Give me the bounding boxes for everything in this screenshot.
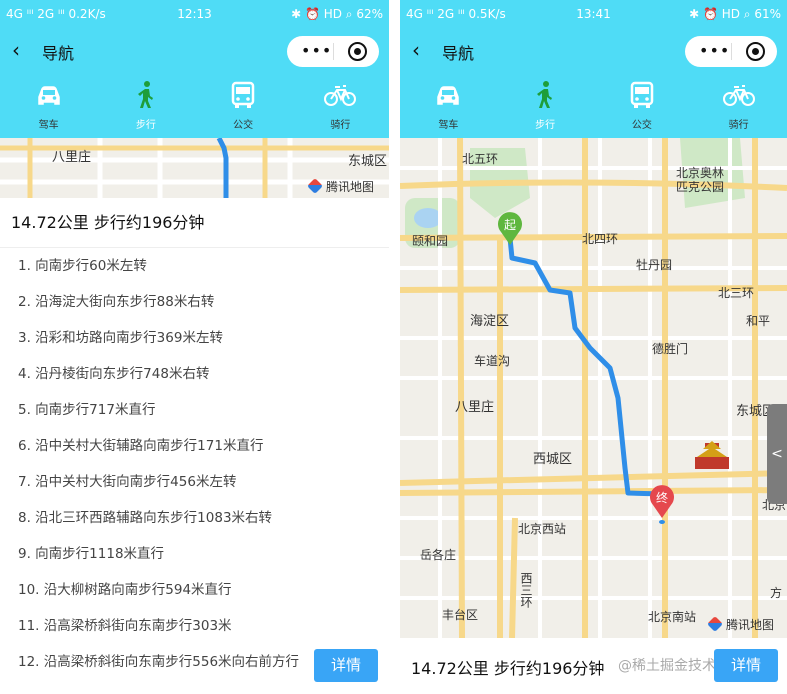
close-target-icon[interactable]	[348, 42, 367, 61]
travel-mode-tabs: 驾车 步行 公交 骑行	[0, 72, 389, 138]
map-label-fengtai: 丰台区	[442, 608, 479, 622]
route-step-item: 8. 沿北三环西路辅路向东步行1083米右转	[18, 510, 273, 526]
route-step-item: 5. 向南步行717米直行	[18, 402, 156, 418]
status-right: ✱ ⏰ HD ⌕ 62%	[291, 7, 383, 21]
route-step-item: 2. 沿海淀大街向东步行88米右转	[18, 294, 215, 310]
map-label-beiwuhuan: 北五环	[462, 152, 499, 166]
map-label-xisanhuan: 西三环	[519, 572, 533, 608]
capsule-menu: •••	[685, 36, 777, 67]
bus-icon	[231, 81, 255, 108]
map-label-hepin: 和平	[746, 314, 771, 328]
tab-walk[interactable]: 步行	[97, 72, 194, 138]
map-roads	[400, 138, 787, 638]
capsule-divider	[333, 43, 334, 60]
tab-bus[interactable]: 公交	[195, 72, 292, 138]
page-title: 导航	[442, 44, 475, 63]
tab-drive-label: 驾车	[38, 120, 59, 131]
route-step-item: 9. 向南步行1118米直行	[18, 546, 165, 562]
title-bar: ‹ 导航 •••	[0, 30, 389, 72]
end-marker-label: 终	[655, 491, 668, 505]
title-bar: ‹ 导航 •••	[400, 30, 787, 72]
end-marker[interactable]: 终	[649, 485, 675, 529]
more-dots-icon[interactable]: •••	[301, 41, 332, 60]
bus-icon	[630, 81, 654, 108]
route-step-item: 3. 沿彩和坊路向南步行369米左转	[18, 330, 223, 346]
map-brand-label: 腾讯地图	[726, 618, 775, 632]
map-brand: 腾讯地图	[707, 616, 775, 633]
map-label-mudanyuan: 牡丹园	[636, 258, 673, 272]
tab-bike[interactable]: 骑行	[690, 72, 787, 138]
map-label-balizhuang: 八里庄	[455, 400, 495, 415]
tab-bike-label: 骑行	[728, 120, 749, 131]
route-step-item: 4. 沿丹棱街向东步行748米右转	[18, 366, 210, 382]
map-brand-label: 腾讯地图	[326, 180, 375, 194]
tab-bus-label: 公交	[631, 120, 652, 131]
tab-drive-label: 驾车	[438, 120, 459, 131]
route-step-item: 11. 沿高梁桥斜街向东南步行303米	[18, 618, 232, 634]
map-label-xicheng: 西城区	[533, 452, 573, 467]
tab-walk-label: 步行	[535, 120, 556, 131]
route-step-item: 7. 沿中关村大街向南步行456米左转	[18, 474, 237, 490]
travel-mode-tabs: 驾车 步行 公交 骑行	[400, 72, 787, 138]
map-label-dongcheng: 东城区	[348, 154, 388, 169]
map-label-olympic: 北京奥林 匹克公园	[676, 166, 725, 194]
route-map[interactable]: 北五环 北京奥林 匹克公园 颐和园 北四环 牡丹园 北三环 海淀区 和平 车道沟…	[400, 138, 787, 638]
tab-drive[interactable]: 驾车	[400, 72, 497, 138]
start-marker-label: 起	[503, 218, 516, 232]
map-label-beisanhuan: 北三环	[718, 286, 755, 300]
tab-bike[interactable]: 骑行	[292, 72, 389, 138]
map-label-haidian: 海淀区	[470, 314, 510, 329]
route-summary: 14.72公里 步行约196分钟	[0, 198, 389, 248]
status-bar: 4G ᴵᴵᴵ 2G ᴵᴵᴵ 0.2K/s 12:13 ✱ ⏰ HD ⌕ 62%	[0, 0, 389, 30]
bike-icon	[324, 85, 357, 106]
more-dots-icon[interactable]: •••	[699, 41, 730, 60]
map-brand: 腾讯地图	[307, 178, 375, 195]
capsule-divider	[731, 43, 732, 60]
tencent-map-logo-icon	[307, 178, 323, 194]
status-bar: 4G ᴵᴵᴵ 2G ᴵᴵᴵ 0.5K/s 13:41 ✱ ⏰ HD ⌕ 61%	[400, 0, 787, 30]
map-strip[interactable]: 八里庄 东城区 腾讯地图	[0, 138, 389, 198]
map-label-deshengmen: 德胜门	[652, 342, 689, 356]
route-step-item: 10. 沿大柳树路向南步行594米直行	[18, 582, 232, 598]
right-screen: 4G ᴵᴵᴵ 2G ᴵᴵᴵ 0.5K/s 13:41 ✱ ⏰ HD ⌕ 61% …	[400, 0, 787, 694]
back-arrow-icon[interactable]: ‹	[412, 39, 432, 61]
screen-gap	[389, 0, 400, 694]
route-summary: 14.72公里 步行约196分钟	[411, 659, 605, 678]
detail-button[interactable]: 详情	[714, 649, 778, 682]
map-label-beijingnanzhan: 北京南站	[648, 610, 697, 624]
map-label-yuegezhuang: 岳各庄	[420, 548, 457, 562]
tab-walk-label: 步行	[135, 120, 156, 131]
map-label-balizhuang: 八里庄	[52, 150, 92, 165]
side-panel-handle[interactable]: <	[767, 404, 787, 504]
car-icon	[437, 86, 460, 105]
map-label-beijingxizhan: 北京西站	[518, 522, 567, 536]
route-step-item: 6. 沿中关村大街辅路向南步行171米直行	[18, 438, 264, 454]
bike-icon	[722, 85, 755, 106]
map-label-beisihuan: 北四环	[582, 232, 619, 246]
close-target-icon[interactable]	[746, 42, 765, 61]
map-label-chedaogou: 车道沟	[474, 354, 511, 368]
route-step-item: 1. 向南步行60米左转	[18, 258, 147, 274]
detail-button[interactable]: 详情	[314, 649, 378, 682]
tab-walk[interactable]: 步行	[497, 72, 594, 138]
page-title: 导航	[42, 44, 75, 63]
capsule-menu: •••	[287, 36, 379, 67]
map-label-yiheyuan: 颐和园	[412, 234, 449, 248]
back-arrow-icon[interactable]: ‹	[12, 39, 32, 61]
status-right: ✱ ⏰ HD ⌕ 61%	[689, 7, 781, 21]
tencent-map-logo-icon	[707, 616, 723, 632]
car-icon	[37, 86, 60, 105]
tab-drive[interactable]: 驾车	[0, 72, 97, 138]
route-steps-list: 1. 向南步行60米左转 2. 沿海淀大街向东步行88米右转 3. 沿彩和坊路向南步…	[0, 248, 389, 680]
walk-icon	[137, 81, 153, 108]
left-screen: 4G ᴵᴵᴵ 2G ᴵᴵᴵ 0.2K/s 12:13 ✱ ⏰ HD ⌕ 62% …	[0, 0, 389, 694]
start-marker[interactable]: 起	[497, 212, 523, 250]
tab-bus-label: 公交	[233, 120, 254, 131]
tab-bus[interactable]: 公交	[594, 72, 691, 138]
walk-icon	[537, 81, 553, 108]
tab-bike-label: 骑行	[330, 120, 351, 131]
map-label-fang: 方	[770, 586, 783, 600]
